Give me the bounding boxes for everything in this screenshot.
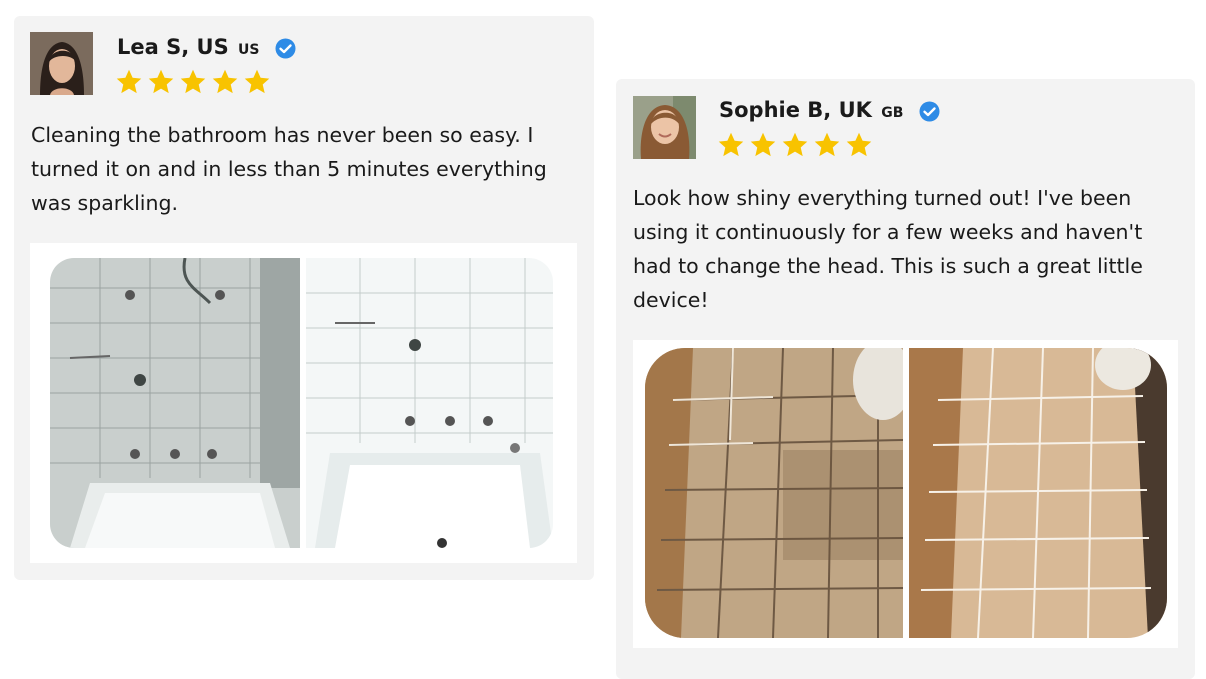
- review-text: Cleaning the bathroom has never been so …: [31, 123, 547, 215]
- star-rating: [717, 131, 873, 159]
- review-card: Lea S, US US Cleaning the bathroom has n…: [14, 16, 594, 580]
- star-rating: [115, 68, 271, 96]
- star-icon: [148, 69, 174, 94]
- star-icon: [750, 132, 776, 157]
- country-code: US: [238, 42, 260, 58]
- star-icon: [244, 69, 270, 94]
- reviewer-avatar: [633, 96, 696, 159]
- star-icon: [116, 69, 142, 94]
- verified-check-icon: [275, 38, 296, 59]
- star-icon: [846, 132, 872, 157]
- star-icon: [212, 69, 238, 94]
- star-icon: [782, 132, 808, 157]
- reviewer-avatar: [30, 32, 93, 95]
- country-code: GB: [881, 105, 904, 121]
- review-text: Look how shiny everything turned out! I'…: [633, 186, 1143, 312]
- star-icon: [180, 69, 206, 94]
- reviewer-name-text: Lea S, US: [117, 35, 229, 59]
- review-photo[interactable]: [30, 243, 577, 563]
- review-card: Sophie B, UK GB Look how shiny everythin…: [616, 79, 1195, 679]
- star-icon: [718, 132, 744, 157]
- reviewer-name: Sophie B, UK GB: [719, 98, 940, 122]
- star-icon: [814, 132, 840, 157]
- review-photo[interactable]: [633, 340, 1178, 648]
- reviewer-name-text: Sophie B, UK: [719, 98, 872, 122]
- verified-check-icon: [919, 101, 940, 122]
- reviewer-name: Lea S, US US: [117, 35, 296, 59]
